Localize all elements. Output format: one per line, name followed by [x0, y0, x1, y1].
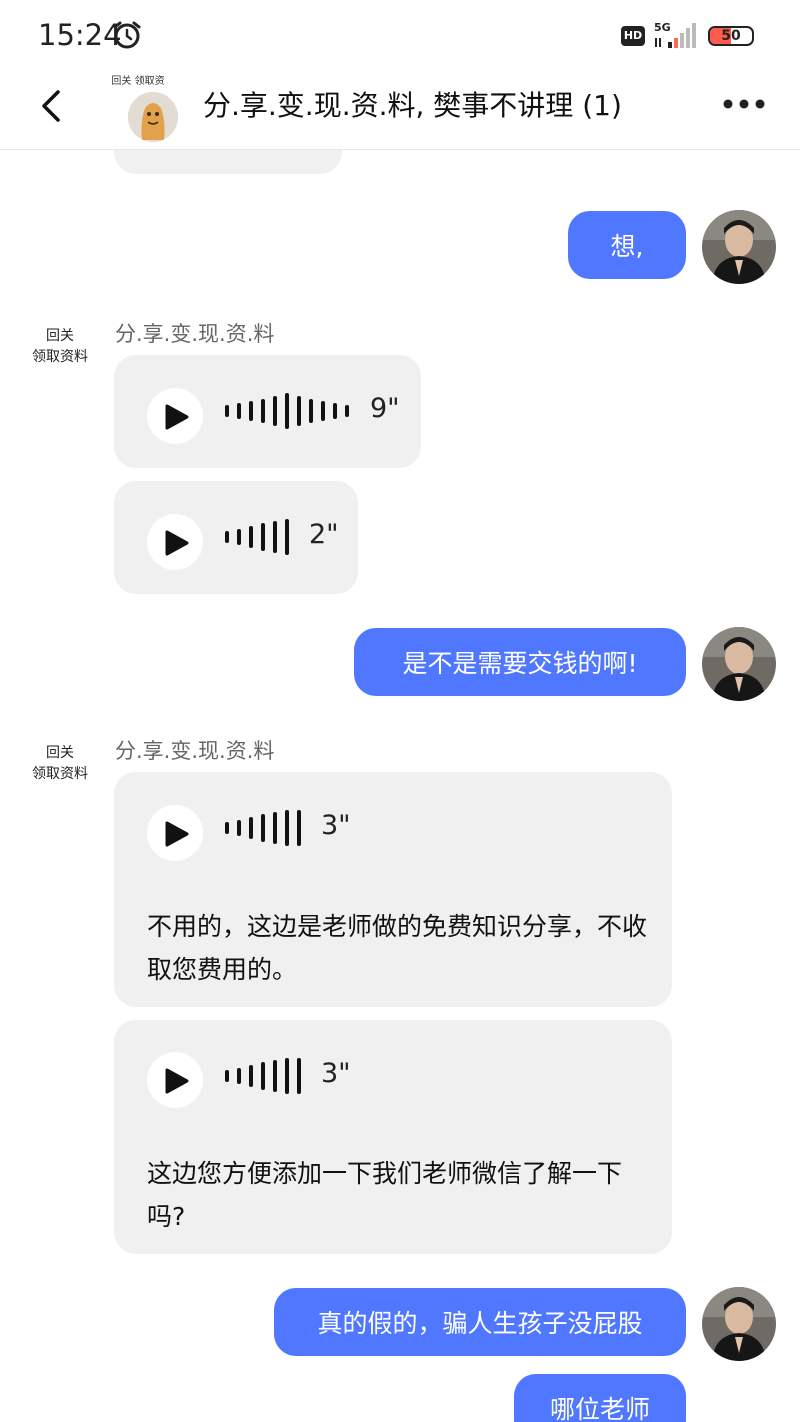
voice-duration: 3" [321, 810, 351, 841]
voice-duration: 3" [321, 1058, 351, 1089]
waveform-icon [225, 393, 349, 429]
play-icon [165, 821, 189, 847]
group-avatar[interactable] [128, 92, 178, 142]
my-avatar[interactable] [702, 210, 776, 284]
back-arrow-icon[interactable] [36, 86, 66, 126]
group-avatar-caption: 回关 领取资 [111, 76, 165, 87]
play-icon [165, 404, 189, 430]
waveform-icon [225, 1058, 301, 1094]
voice-duration: 2" [309, 519, 339, 550]
play-icon [165, 530, 189, 556]
play-button[interactable] [147, 514, 203, 570]
voice-message[interactable]: 9" [114, 355, 421, 468]
message-text: 真的假的，骗人生孩子没屁股 [317, 1309, 643, 1338]
more-options-icon[interactable] [722, 98, 766, 110]
voice-transcript: 不用的，这边是老师做的免费知识分享，不收取您费用的。 [147, 912, 648, 984]
sender-name: 分.享.变.现.资.料 [115, 322, 275, 346]
message-text: 想, [610, 232, 644, 261]
voice-duration: 9" [370, 393, 400, 424]
message-text: 哪位老师 [549, 1395, 650, 1422]
sender-avatar-caption[interactable]: 回关 领取资料 [18, 326, 102, 368]
sender-avatar-caption[interactable]: 回关 领取资料 [18, 743, 102, 785]
chat-screen: 想, 回关 领取资料 分.享.变.现.资.料 9" 2" 是不是需要交钱的啊! … [0, 0, 800, 1422]
chat-header: 回关 领取资 分.享.变.现.资.料, 樊事不讲理 (1) [0, 70, 800, 150]
play-icon [165, 1068, 189, 1094]
battery-icon: 50 [708, 26, 754, 46]
outgoing-message[interactable]: 想, [568, 211, 686, 279]
play-button[interactable] [147, 388, 203, 444]
network-type: 5G [654, 21, 671, 34]
my-avatar[interactable] [702, 627, 776, 701]
chat-title: 分.享.变.现.资.料, 樊事不讲理 (1) [203, 89, 622, 122]
hd-voice-icon: HD [621, 26, 645, 46]
status-bar: 15:24 HD 5G 50 [0, 0, 800, 70]
voice-message-with-transcript[interactable]: 3" 这边您方便添加一下我们老师微信了解一下吗? [114, 1020, 672, 1254]
waveform-icon [225, 519, 289, 555]
voice-message[interactable]: 2" [114, 481, 358, 594]
sender-name: 分.享.变.现.资.料 [115, 739, 275, 763]
status-time: 15:24 [38, 18, 122, 52]
outgoing-message[interactable]: 是不是需要交钱的啊! [354, 628, 686, 696]
outgoing-message[interactable]: 真的假的，骗人生孩子没屁股 [274, 1288, 686, 1356]
my-avatar[interactable] [702, 1287, 776, 1361]
message-text: 是不是需要交钱的啊! [402, 649, 638, 678]
voice-transcript: 这边您方便添加一下我们老师微信了解一下吗? [147, 1159, 623, 1231]
waveform-icon [225, 810, 301, 846]
play-button[interactable] [147, 1052, 203, 1108]
play-button[interactable] [147, 805, 203, 861]
battery-percent: 50 [721, 28, 741, 44]
voice-message-with-transcript[interactable]: 3" 不用的，这边是老师做的免费知识分享，不收取您费用的。 [114, 772, 672, 1007]
alarm-clock-icon [113, 21, 141, 49]
signal-strength-icon: 5G [654, 21, 696, 48]
message-list[interactable]: 想, 回关 领取资料 分.享.变.现.资.料 9" 2" 是不是需要交钱的啊! … [0, 0, 800, 1422]
outgoing-message[interactable]: 哪位老师 [514, 1374, 686, 1422]
